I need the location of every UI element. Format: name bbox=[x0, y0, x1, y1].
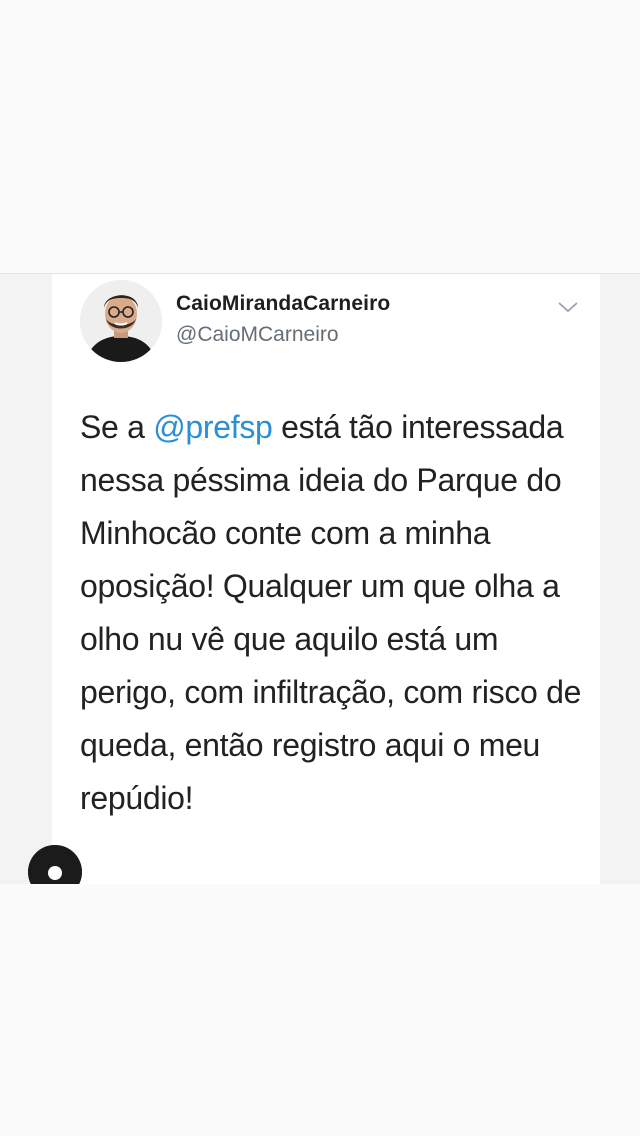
avatar[interactable] bbox=[80, 280, 162, 362]
tweet-card: CaioMirandaCarneiro @CaioMCarneiro Se a … bbox=[52, 274, 600, 884]
chevron-down-icon[interactable] bbox=[556, 298, 580, 316]
top-blank-area bbox=[0, 0, 640, 273]
avatar-portrait bbox=[80, 280, 162, 362]
display-name[interactable]: CaioMirandaCarneiro bbox=[176, 292, 390, 316]
tweet-screenshot: CaioMirandaCarneiro @CaioMCarneiro Se a … bbox=[0, 273, 640, 884]
bottom-blank-area bbox=[0, 884, 640, 1136]
mention-link[interactable]: @prefsp bbox=[153, 409, 273, 445]
tweet-text-body: está tão interessada nessa péssima ideia… bbox=[80, 409, 582, 816]
tweet-text-prefix: Se a bbox=[80, 409, 154, 445]
tweet-text: Se a @prefsp está tão interessada nessa … bbox=[80, 401, 590, 825]
username-handle[interactable]: @CaioMCarneiro bbox=[176, 323, 339, 347]
